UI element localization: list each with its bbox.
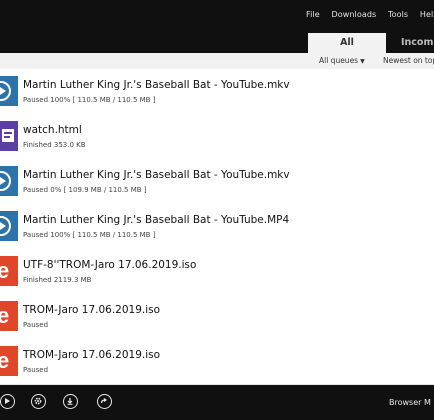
menu-bar: File Downloads Tools Help: [306, 10, 434, 19]
browser-monitor-label[interactable]: Browser M: [389, 398, 431, 407]
download-item[interactable]: Martin Luther King Jr.'s Baseball Bat - …: [0, 204, 434, 250]
sort-order-dropdown[interactable]: Newest on top: [383, 56, 434, 65]
settings-button[interactable]: [31, 394, 46, 409]
share-icon: [100, 398, 107, 404]
download-item[interactable]: Martin Luther King Jr.'s Baseball Bat - …: [0, 69, 434, 115]
download-title: Martin Luther King Jr.'s Baseball Bat - …: [23, 214, 290, 226]
queue-filter-label: All queues: [319, 56, 359, 65]
chevron-down-icon: ▼: [360, 58, 365, 65]
download-status: Paused 0% [ 109.9 MB / 110.5 MB ]: [23, 186, 147, 194]
queue-filter-dropdown[interactable]: All queues ▼: [319, 56, 365, 65]
menu-help[interactable]: Help: [420, 10, 434, 19]
tab-incomplete[interactable]: Incom: [401, 33, 434, 53]
video-play-icon: [0, 76, 18, 106]
download-status: Paused 100% [ 110.5 MB / 110.5 MB ]: [23, 96, 156, 104]
download-list: Martin Luther King Jr.'s Baseball Bat - …: [0, 69, 434, 385]
html-file-icon: [0, 121, 18, 151]
download-title: TROM-Jaro 17.06.2019.iso: [23, 304, 161, 316]
filter-bar: All queues ▼ Newest on top: [0, 53, 434, 70]
download-title: Martin Luther King Jr.'s Baseball Bat - …: [23, 79, 290, 91]
bottom-toolbar: Browser M: [0, 385, 434, 420]
video-play-icon: [0, 211, 18, 241]
play-icon: [5, 398, 10, 404]
menu-downloads[interactable]: Downloads: [331, 10, 376, 19]
top-bar: File Downloads Tools Help All Incom: [0, 0, 434, 53]
download-item[interactable]: watch.html Finished 353.0 KB: [0, 114, 434, 160]
download-status: Finished 353.0 KB: [23, 141, 86, 149]
download-title: Martin Luther King Jr.'s Baseball Bat - …: [23, 169, 290, 181]
download-arrow-icon: [67, 398, 73, 405]
gear-icon: [34, 397, 42, 405]
download-status: Paused: [23, 321, 49, 329]
share-button[interactable]: [97, 394, 112, 409]
download-title: TROM-Jaro 17.06.2019.iso: [23, 349, 161, 361]
download-status: Finished 2119.3 MB: [23, 276, 92, 284]
iso-file-icon: e: [0, 256, 18, 286]
download-status: Paused: [23, 366, 49, 374]
download-item[interactable]: e TROM-Jaro 17.06.2019.iso Paused: [0, 294, 434, 340]
menu-file[interactable]: File: [306, 10, 320, 19]
download-item[interactable]: e UTF-8''TROM-Jaro 17.06.2019.iso Finish…: [0, 249, 434, 295]
tab-strip: All Incom: [0, 33, 434, 53]
menu-tools[interactable]: Tools: [388, 10, 408, 19]
download-title: watch.html: [23, 124, 82, 136]
iso-file-icon: e: [0, 346, 18, 376]
iso-file-icon: e: [0, 301, 18, 331]
download-item[interactable]: Martin Luther King Jr.'s Baseball Bat - …: [0, 159, 434, 205]
tab-all[interactable]: All: [308, 33, 386, 53]
download-button[interactable]: [63, 394, 78, 409]
resume-button[interactable]: [0, 394, 15, 409]
download-status: Paused 100% [ 110.5 MB / 110.5 MB ]: [23, 231, 156, 239]
download-item[interactable]: e TROM-Jaro 17.06.2019.iso Paused: [0, 339, 434, 385]
video-play-icon: [0, 166, 18, 196]
download-title: UTF-8''TROM-Jaro 17.06.2019.iso: [23, 259, 197, 271]
